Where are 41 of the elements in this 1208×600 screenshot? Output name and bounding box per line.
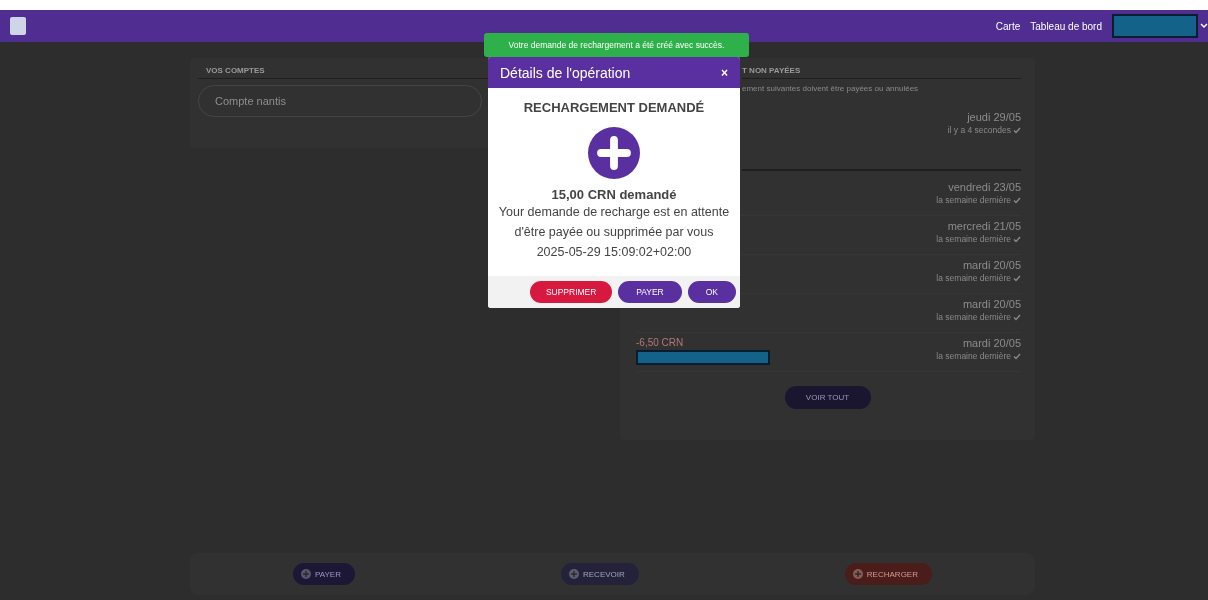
check-icon — [1013, 235, 1021, 243]
date-text: mardi 20/05 — [961, 298, 1021, 310]
action-button[interactable]: RECEVOIR — [561, 563, 639, 585]
plus-icon — [588, 127, 640, 179]
relative-time: la semaine dernière — [936, 312, 1011, 322]
plus-icon — [852, 569, 863, 579]
timestamp-text: 2025-05-29 15:09:02+02:00 — [536, 244, 692, 261]
plus-icon — [569, 569, 579, 579]
date-text: jeudi 29/05 — [966, 111, 1021, 123]
toast-message: Votre demande de rechargement a été créé avec succès. — [508, 40, 725, 50]
delete-button[interactable]: SUPPRIMER — [530, 281, 613, 303]
amount-text: -6,50 CRN — [636, 337, 685, 348]
action-button[interactable]: RECHARGER — [844, 563, 932, 585]
nav-link[interactable]: Carte — [995, 20, 1021, 32]
plus-icon — [301, 569, 311, 579]
section-heading: T NON PAYÉES — [742, 66, 1021, 79]
section-note: ement suivantes doivent être payées ou annulées — [742, 84, 920, 93]
action-button[interactable]: OK — [687, 281, 736, 303]
relative-time: il y a 4 secondes — [947, 125, 1011, 135]
relative-time: la semaine dernière — [936, 195, 1011, 205]
relative-time: la semaine dernière — [936, 351, 1011, 361]
check-icon — [1013, 274, 1021, 282]
nav-link[interactable]: Tableau de bord — [1030, 20, 1102, 32]
date-text: vendredi 23/05 — [947, 181, 1021, 193]
chevron-icon[interactable] — [1200, 23, 1208, 29]
close-button[interactable]: × — [721, 61, 728, 84]
see-all-button[interactable]: VOIR TOUT — [784, 386, 871, 409]
check-icon — [1013, 313, 1021, 321]
amount-text: 15,00 CRN demandé — [551, 187, 677, 202]
status-message: Your demande de recharge est en attente d'être payée ou supprimée par vous — [497, 204, 731, 241]
operation-heading: RECHARGEMENT DEMANDÉ — [523, 100, 705, 115]
action-button[interactable]: PAYER — [618, 281, 682, 303]
date-text: mercredi 21/05 — [946, 220, 1021, 232]
check-icon — [1013, 196, 1021, 204]
check-icon — [1013, 352, 1021, 360]
relative-time: la semaine dernière — [936, 234, 1011, 244]
relative-time: la semaine dernière — [936, 273, 1011, 283]
action-button[interactable]: PAYER — [293, 563, 355, 585]
date-text: mardi 20/05 — [961, 259, 1021, 271]
date-text: mardi 20/05 — [961, 337, 1021, 349]
check-icon — [1013, 126, 1021, 134]
